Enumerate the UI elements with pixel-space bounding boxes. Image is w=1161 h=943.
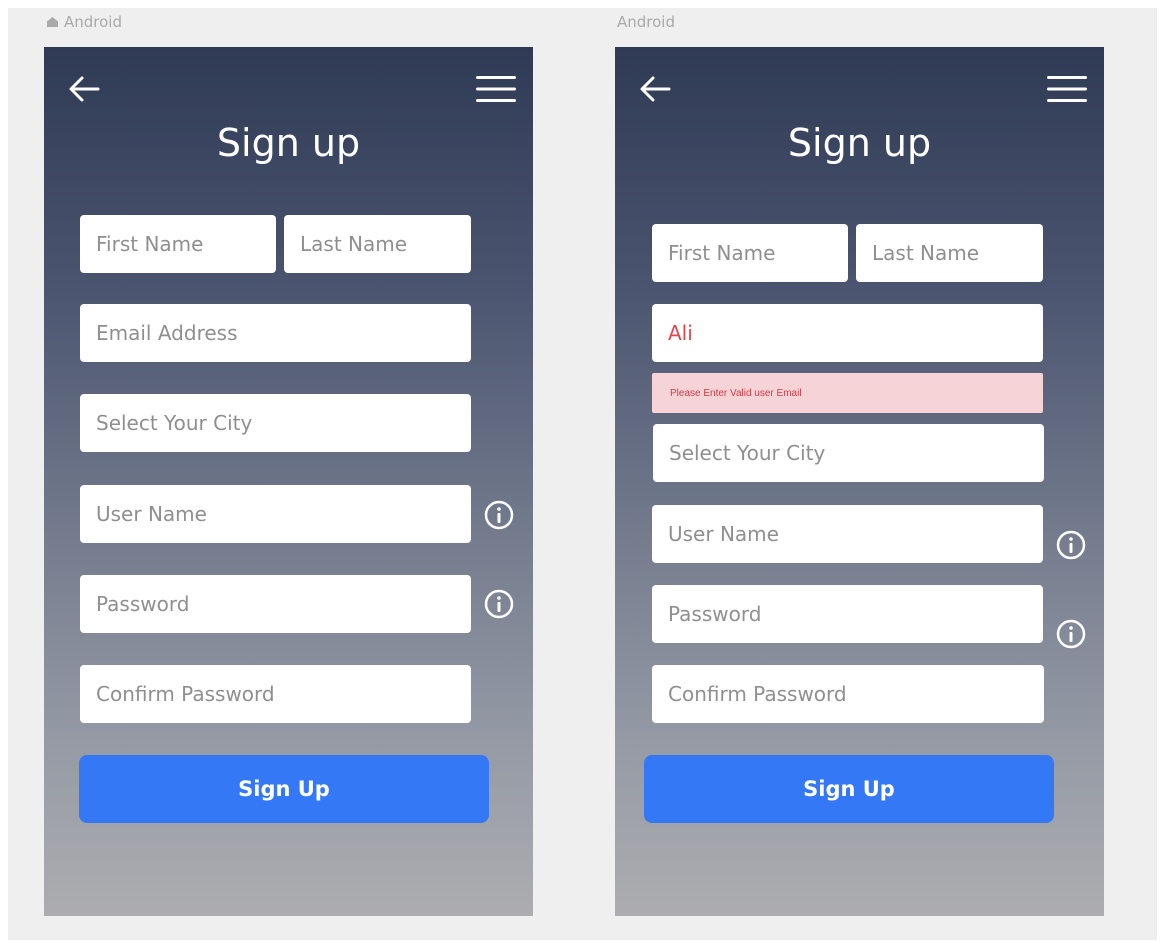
android-frame-signup-error: Sign up First Name Last Name Ali Please … [615,47,1104,916]
info-icon[interactable] [483,499,515,531]
info-icon[interactable] [1055,618,1087,650]
home-icon [47,17,58,27]
frame-label-1: Android [47,13,122,31]
city-select[interactable]: Select Your City [653,424,1044,482]
page-title: Sign up [216,121,361,165]
android-frame-signup: Sign up First Name Last Name Email Addre… [44,47,533,916]
page-title: Sign up [787,121,932,165]
info-icon[interactable] [483,588,515,620]
city-select[interactable]: Select Your City [80,394,471,452]
first-name-input[interactable]: First Name [652,224,848,282]
last-name-input[interactable]: Last Name [284,215,471,273]
username-input[interactable]: User Name [652,505,1043,563]
info-icon[interactable] [1055,529,1087,561]
hamburger-menu-icon[interactable] [1046,73,1088,105]
last-name-input[interactable]: Last Name [856,224,1043,282]
arrow-left-icon[interactable] [66,71,102,107]
frame-label-2: Android [617,13,675,31]
arrow-left-icon[interactable] [637,71,673,107]
hamburger-menu-icon[interactable] [475,73,517,105]
sign-up-button[interactable]: Sign Up [79,755,489,823]
confirm-password-input[interactable]: Confirm Password [652,665,1044,723]
confirm-password-input[interactable]: Confirm Password [80,665,471,723]
sign-up-button[interactable]: Sign Up [644,755,1054,823]
username-input[interactable]: User Name [80,485,471,543]
email-input[interactable]: Email Address [80,304,471,362]
password-input[interactable]: Password [652,585,1043,643]
email-input[interactable]: Ali [652,304,1043,362]
password-input[interactable]: Password [80,575,471,633]
email-error-message: Please Enter Valid user Email [652,373,1043,413]
frame-label-text: Android [64,13,122,31]
frame-label-text: Android [617,13,675,31]
first-name-input[interactable]: First Name [80,215,276,273]
